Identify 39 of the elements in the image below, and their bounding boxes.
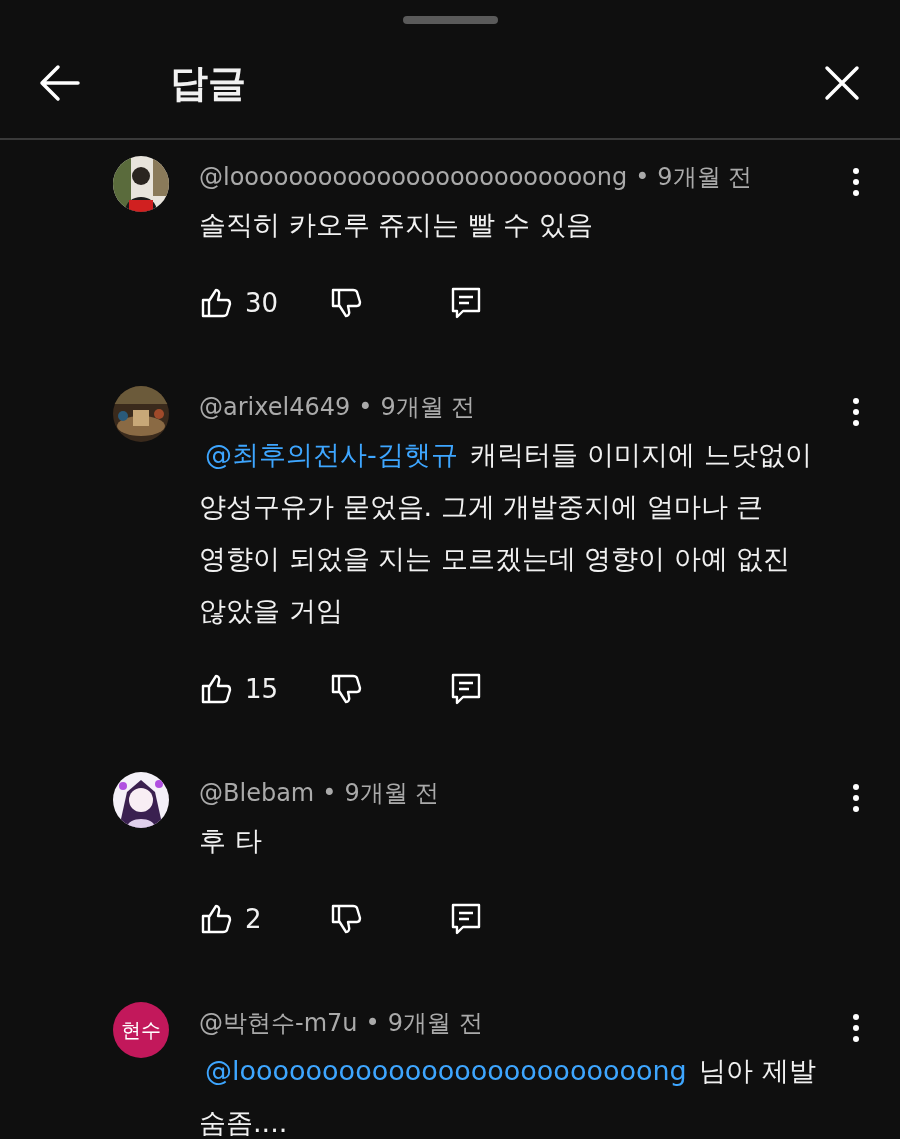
separator-dot: • (322, 778, 337, 808)
thumbs-down-icon[interactable] (329, 902, 363, 936)
thumbs-up-icon[interactable] (199, 286, 233, 320)
author-name[interactable]: @박현수-m7u (199, 1008, 358, 1038)
comment-time: 9개월 전 (657, 162, 753, 192)
mention-link[interactable]: @looooooooooooooooooooooooong (199, 1055, 691, 1086)
comment-text: 후 타 (199, 824, 263, 858)
author-name[interactable]: @looooooooooooooooooooooooong (199, 162, 628, 192)
comment-time: 9개월 전 (344, 778, 440, 808)
comment-text: @looooooooooooooooooooooooong 님아 제발 숨좀.... (199, 1054, 817, 1139)
thumbs-up-icon[interactable] (199, 672, 233, 706)
like-count: 30 (245, 288, 279, 318)
like-count: 2 (245, 904, 262, 934)
reply-icon[interactable] (449, 902, 483, 936)
separator-dot: • (365, 1008, 380, 1038)
more-icon[interactable] (852, 397, 860, 427)
comment-text: @최후의전사-김햇규 캐릭터들 이미지에 느닷없이 양성구유가 묻었음. 그게 개발중지에 얼마나 큰 영향이 되었을 지는 모르겠는데 영향이 아예 없진 않았을 거임 (199, 438, 813, 628)
reply-icon[interactable] (449, 286, 483, 320)
separator-dot: • (635, 162, 650, 192)
more-icon[interactable] (852, 783, 860, 813)
sheet-title: 답글 (170, 59, 247, 107)
comment-text: 솔직히 카오루 쥬지는 빨 수 있음 (199, 208, 594, 242)
close-icon[interactable] (824, 65, 860, 101)
reply-icon[interactable] (449, 672, 483, 706)
like-count: 15 (245, 674, 279, 704)
more-icon[interactable] (852, 1013, 860, 1043)
back-arrow-icon[interactable] (38, 63, 82, 103)
mention-link[interactable]: @최후의전사-김햇규 (199, 439, 462, 470)
comment-time: 9개월 전 (387, 1008, 483, 1038)
comment-time: 9개월 전 (380, 392, 476, 422)
separator-dot: • (358, 392, 373, 422)
thumbs-up-icon[interactable] (199, 902, 233, 936)
thumbs-down-icon[interactable] (329, 672, 363, 706)
author-name[interactable]: @Blebam (199, 778, 315, 808)
avatar: 현수 (113, 1002, 169, 1058)
drag-handle[interactable] (402, 16, 498, 24)
more-icon[interactable] (852, 167, 860, 197)
author-name[interactable]: @arixel4649 (199, 392, 351, 422)
thumbs-down-icon[interactable] (329, 286, 363, 320)
